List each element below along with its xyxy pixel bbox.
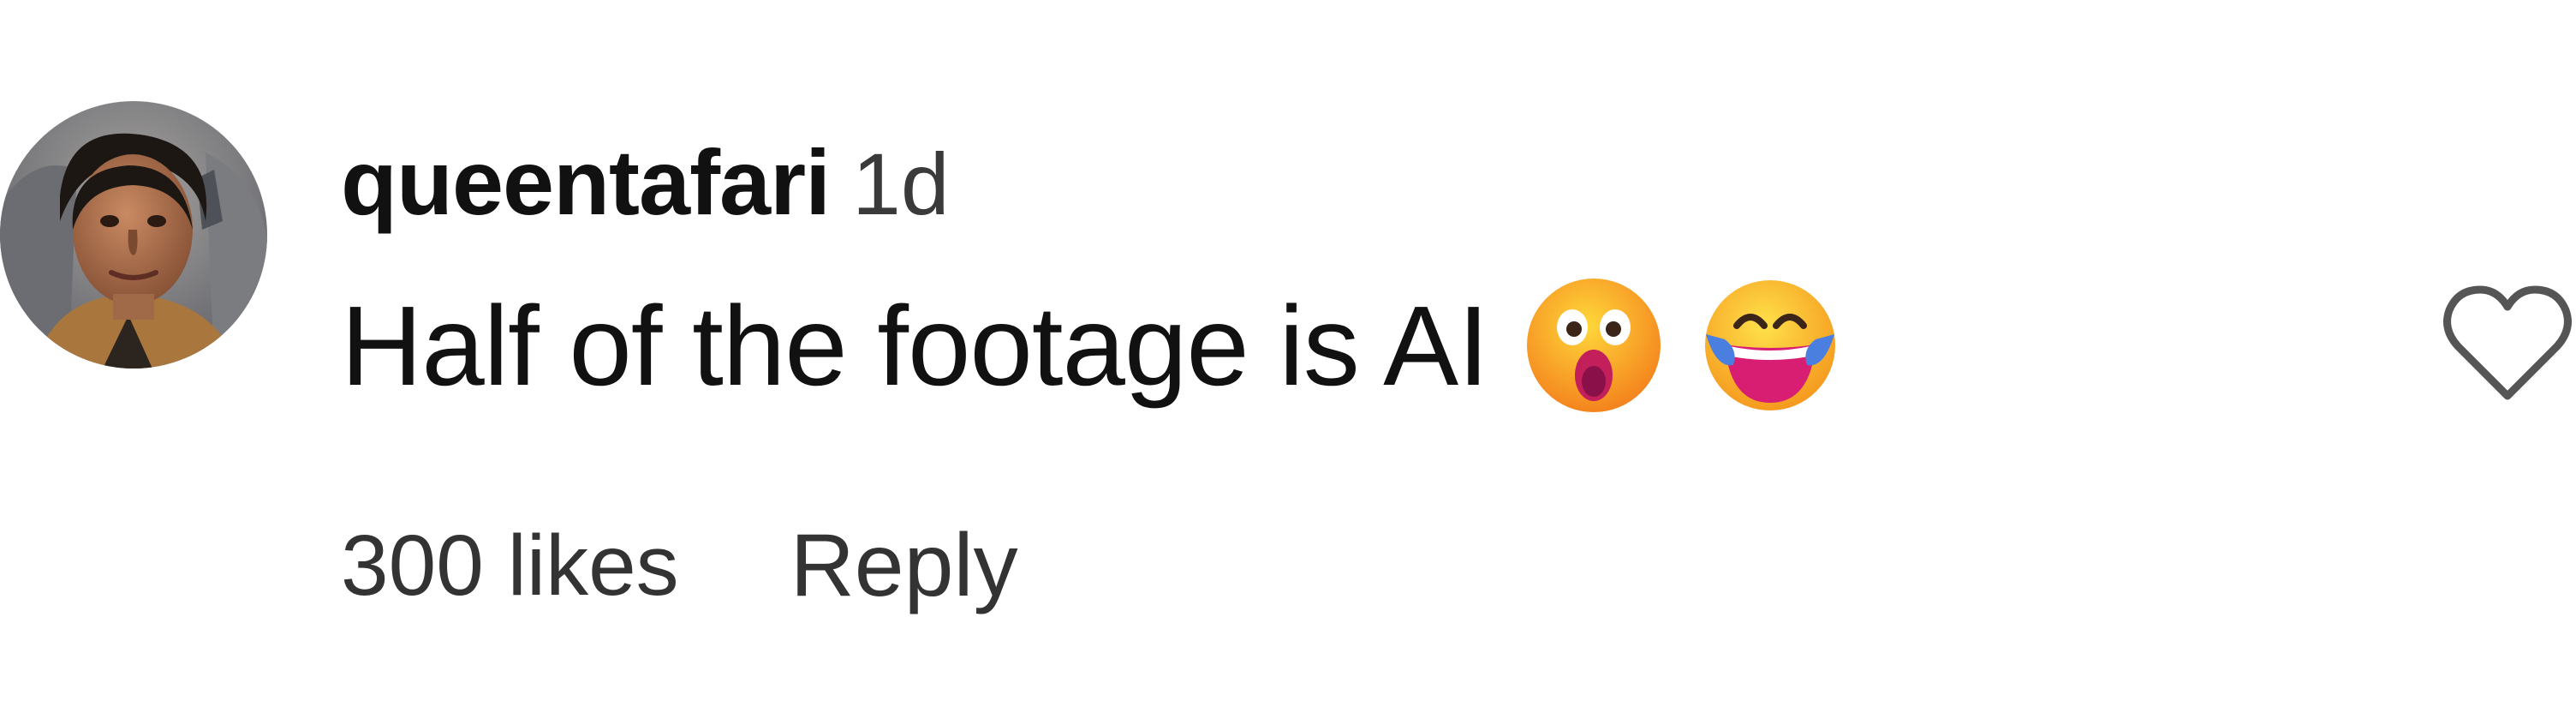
comment-item: queentafari 1d Half of the footage is AI	[0, 0, 2576, 713]
likes-count[interactable]: 300 likes	[341, 517, 679, 615]
avatar[interactable]	[0, 101, 267, 368]
reply-button[interactable]: Reply	[790, 515, 1018, 617]
face-with-tears-of-joy-emoji	[1699, 274, 1841, 416]
comment-body: Half of the footage is AI	[341, 273, 1841, 418]
timestamp: 1d	[852, 135, 950, 233]
username-link[interactable]: queentafari	[341, 129, 831, 236]
avatar-image	[0, 101, 267, 368]
comment-text: Half of the footage is AI	[341, 282, 1489, 409]
comment-actions: 300 likes Reply	[341, 514, 1018, 617]
comment-header: queentafari 1d	[341, 129, 950, 240]
heart-icon[interactable]	[2441, 283, 2574, 404]
astonished-face-emoji	[1523, 274, 1665, 416]
